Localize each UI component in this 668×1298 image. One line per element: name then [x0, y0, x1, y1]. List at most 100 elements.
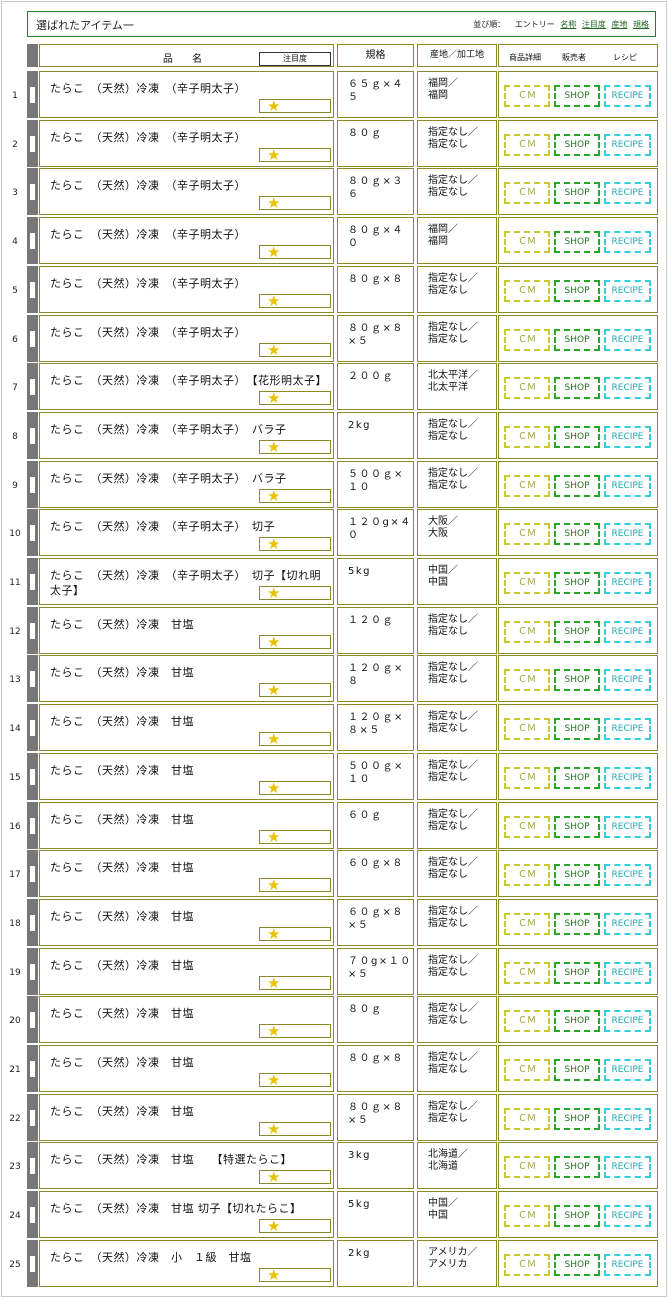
row-handle[interactable]	[27, 1191, 38, 1238]
row-handle[interactable]	[27, 655, 38, 702]
recipe-button[interactable]: RECIPE	[604, 85, 651, 107]
recipe-button[interactable]: RECIPE	[604, 767, 651, 789]
shop-button[interactable]: SHOP	[554, 329, 600, 351]
shop-button[interactable]: SHOP	[554, 231, 600, 253]
recipe-button[interactable]: RECIPE	[604, 426, 651, 448]
cm-button[interactable]: ＣＭ	[504, 85, 550, 107]
recipe-button[interactable]: RECIPE	[604, 1205, 651, 1227]
recipe-button[interactable]: RECIPE	[604, 182, 651, 204]
recipe-button[interactable]: RECIPE	[604, 816, 651, 838]
row-handle[interactable]	[27, 948, 38, 995]
row-handle[interactable]	[27, 266, 38, 313]
sort-option-spec[interactable]: 規格	[633, 20, 649, 29]
cm-button[interactable]: ＣＭ	[504, 621, 550, 643]
row-handle[interactable]	[27, 71, 38, 118]
row-handle[interactable]	[27, 363, 38, 410]
shop-button[interactable]: SHOP	[554, 913, 600, 935]
row-handle[interactable]	[27, 899, 38, 946]
cm-button[interactable]: ＣＭ	[504, 962, 550, 984]
sort-option-entry[interactable]: エントリー	[515, 20, 555, 29]
sort-option-origin[interactable]: 産地	[611, 20, 627, 29]
shop-button[interactable]: SHOP	[554, 134, 600, 156]
cm-button[interactable]: ＣＭ	[504, 1156, 550, 1178]
cm-button[interactable]: ＣＭ	[504, 134, 550, 156]
row-handle[interactable]	[27, 461, 38, 508]
row-handle[interactable]	[27, 120, 38, 167]
recipe-button[interactable]: RECIPE	[604, 134, 651, 156]
row-handle[interactable]	[27, 217, 38, 264]
shop-button[interactable]: SHOP	[554, 1010, 600, 1032]
row-handle[interactable]	[27, 1142, 38, 1189]
shop-button[interactable]: SHOP	[554, 1254, 600, 1276]
row-handle[interactable]	[27, 607, 38, 654]
row-handle[interactable]	[27, 168, 38, 215]
recipe-button[interactable]: RECIPE	[604, 1010, 651, 1032]
row-handle[interactable]	[27, 1240, 38, 1287]
cm-button[interactable]: ＣＭ	[504, 572, 550, 594]
cm-button[interactable]: ＣＭ	[504, 523, 550, 545]
shop-button[interactable]: SHOP	[554, 669, 600, 691]
shop-button[interactable]: SHOP	[554, 377, 600, 399]
row-handle[interactable]	[27, 996, 38, 1043]
recipe-button[interactable]: RECIPE	[604, 572, 651, 594]
cm-button[interactable]: ＣＭ	[504, 280, 550, 302]
cm-button[interactable]: ＣＭ	[504, 1254, 550, 1276]
recipe-button[interactable]: RECIPE	[604, 280, 651, 302]
row-handle[interactable]	[27, 753, 38, 800]
shop-button[interactable]: SHOP	[554, 621, 600, 643]
cm-button[interactable]: ＣＭ	[504, 864, 550, 886]
recipe-button[interactable]: RECIPE	[604, 329, 651, 351]
shop-button[interactable]: SHOP	[554, 962, 600, 984]
recipe-button[interactable]: RECIPE	[604, 231, 651, 253]
cm-button[interactable]: ＣＭ	[504, 231, 550, 253]
row-handle[interactable]	[27, 850, 38, 897]
shop-button[interactable]: SHOP	[554, 1205, 600, 1227]
recipe-button[interactable]: RECIPE	[604, 523, 651, 545]
cm-button[interactable]: ＣＭ	[504, 329, 550, 351]
shop-button[interactable]: SHOP	[554, 523, 600, 545]
cm-button[interactable]: ＣＭ	[504, 1059, 550, 1081]
row-handle[interactable]	[27, 558, 38, 605]
shop-button[interactable]: SHOP	[554, 182, 600, 204]
row-handle[interactable]	[27, 509, 38, 556]
shop-button[interactable]: SHOP	[554, 767, 600, 789]
cm-button[interactable]: ＣＭ	[504, 1108, 550, 1130]
sort-option-name[interactable]: 名称	[560, 20, 576, 29]
shop-button[interactable]: SHOP	[554, 280, 600, 302]
cm-button[interactable]: ＣＭ	[504, 182, 550, 204]
shop-button[interactable]: SHOP	[554, 426, 600, 448]
recipe-button[interactable]: RECIPE	[604, 1108, 651, 1130]
recipe-button[interactable]: RECIPE	[604, 1156, 651, 1178]
recipe-button[interactable]: RECIPE	[604, 1059, 651, 1081]
row-handle[interactable]	[27, 1094, 38, 1141]
shop-button[interactable]: SHOP	[554, 1156, 600, 1178]
recipe-button[interactable]: RECIPE	[604, 913, 651, 935]
recipe-button[interactable]: RECIPE	[604, 1254, 651, 1276]
row-handle[interactable]	[27, 315, 38, 362]
cm-button[interactable]: ＣＭ	[504, 426, 550, 448]
recipe-button[interactable]: RECIPE	[604, 718, 651, 740]
cm-button[interactable]: ＣＭ	[504, 718, 550, 740]
shop-button[interactable]: SHOP	[554, 475, 600, 497]
shop-button[interactable]: SHOP	[554, 572, 600, 594]
recipe-button[interactable]: RECIPE	[604, 669, 651, 691]
shop-button[interactable]: SHOP	[554, 1108, 600, 1130]
cm-button[interactable]: ＣＭ	[504, 377, 550, 399]
row-handle[interactable]	[27, 802, 38, 849]
recipe-button[interactable]: RECIPE	[604, 621, 651, 643]
recipe-button[interactable]: RECIPE	[604, 377, 651, 399]
shop-button[interactable]: SHOP	[554, 1059, 600, 1081]
cm-button[interactable]: ＣＭ	[504, 913, 550, 935]
sort-option-attention[interactable]: 注目度	[582, 20, 606, 29]
shop-button[interactable]: SHOP	[554, 718, 600, 740]
row-handle[interactable]	[27, 1045, 38, 1092]
shop-button[interactable]: SHOP	[554, 816, 600, 838]
recipe-button[interactable]: RECIPE	[604, 864, 651, 886]
recipe-button[interactable]: RECIPE	[604, 962, 651, 984]
cm-button[interactable]: ＣＭ	[504, 475, 550, 497]
shop-button[interactable]: SHOP	[554, 864, 600, 886]
shop-button[interactable]: SHOP	[554, 85, 600, 107]
cm-button[interactable]: ＣＭ	[504, 669, 550, 691]
cm-button[interactable]: ＣＭ	[504, 1205, 550, 1227]
cm-button[interactable]: ＣＭ	[504, 767, 550, 789]
